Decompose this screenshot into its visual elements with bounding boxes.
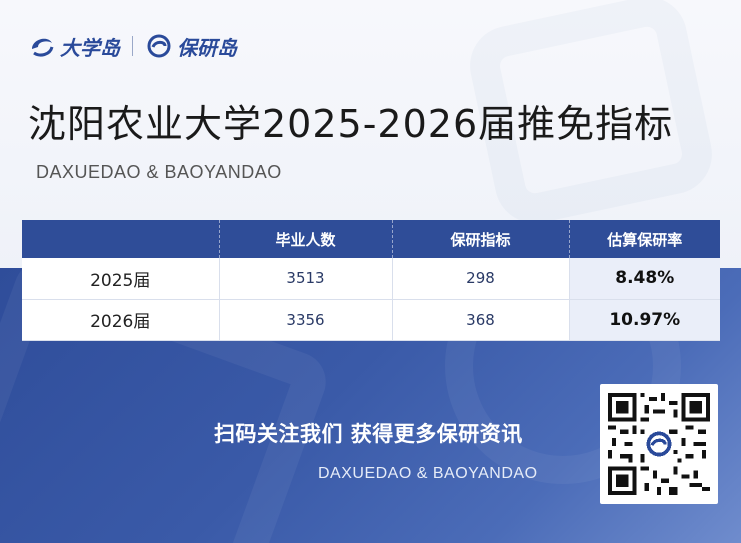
cell-rate: 10.97%	[569, 299, 720, 341]
header-graduates: 毕业人数	[219, 220, 393, 258]
cell-quota: 298	[392, 258, 570, 300]
header-rate: 估算保研率	[569, 220, 720, 258]
cell-year: 2025届	[22, 258, 220, 300]
daxuedao-logo-icon	[32, 38, 54, 57]
table-row: 2025届 3513 298 8.48%	[22, 258, 720, 300]
cell-graduates: 3513	[219, 258, 393, 300]
table-header-row: 毕业人数 保研指标 估算保研率	[22, 220, 720, 258]
page-title: 沈阳农业大学2025-2026届推免指标	[28, 102, 674, 146]
logo-divider	[132, 36, 133, 56]
footer-subtitle: DAXUEDAO & BAOYANDAO	[318, 465, 538, 482]
cell-graduates: 3356	[219, 299, 393, 341]
header-empty	[22, 220, 220, 258]
baoyandao-logo: 保研岛	[145, 32, 237, 61]
cell-rate: 8.48%	[569, 258, 720, 300]
logo2-text: 保研岛	[177, 35, 237, 60]
page-subtitle: DAXUEDAO & BAOYANDAO	[36, 162, 282, 182]
cell-quota: 368	[392, 299, 570, 341]
daxuedao-logo: 大学岛	[28, 32, 120, 61]
header-quota: 保研指标	[392, 220, 570, 258]
qr-code[interactable]	[600, 384, 718, 504]
table-row: 2026届 3356 368 10.97%	[22, 299, 720, 341]
follow-cta: 扫码关注我们 获得更多保研资讯	[214, 422, 523, 446]
baoyandao-logo-icon	[147, 34, 171, 58]
quota-table: 毕业人数 保研指标 估算保研率 2025届 3513 298 8.48% 202…	[22, 220, 720, 341]
logo1-text: 大学岛	[60, 35, 120, 60]
logo-row: 大学岛 保研岛	[28, 30, 237, 62]
qr-code-icon	[608, 393, 710, 495]
cell-year: 2026届	[22, 299, 220, 341]
